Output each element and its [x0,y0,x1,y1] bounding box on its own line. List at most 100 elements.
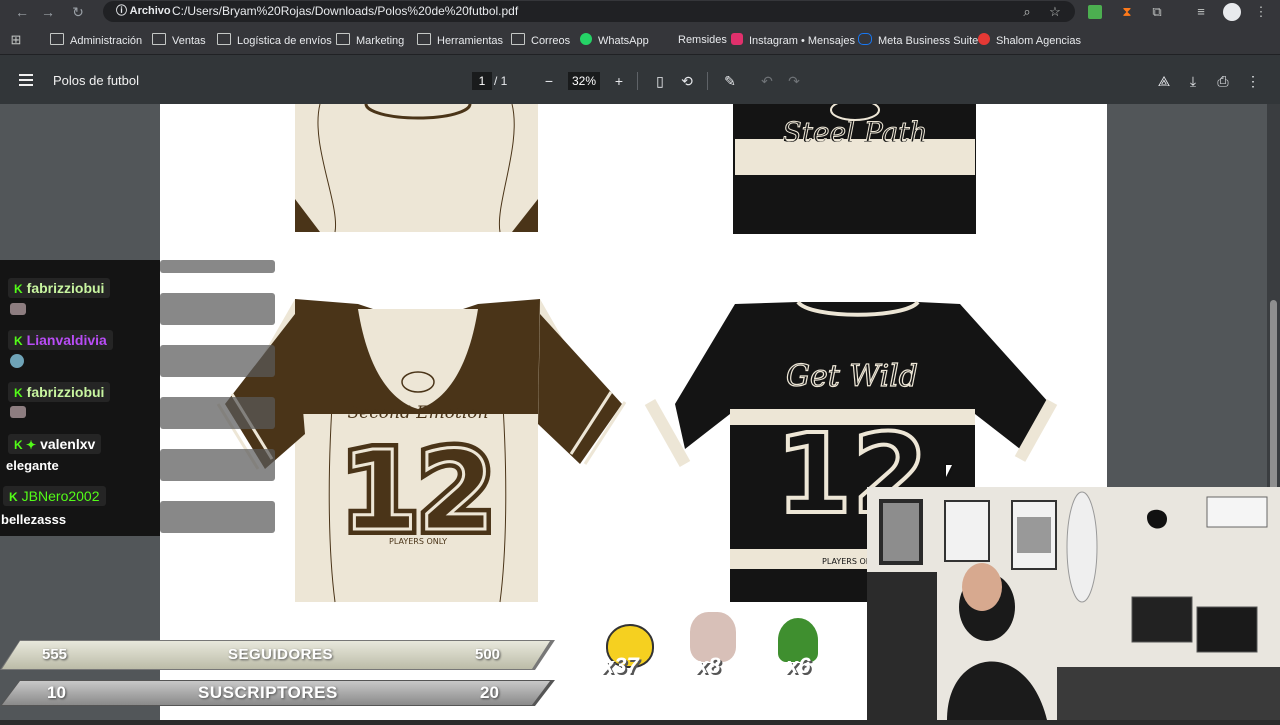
folder-icon [417,33,431,45]
jersey-right-footer: PLAYERS ON [822,557,872,566]
chat-message: bellezasss [1,512,67,527]
bookmark-whatsapp[interactable]: WhatsApp [580,33,649,47]
webcam-image [867,487,1280,720]
bookmark-meta[interactable]: Meta Business Suite [858,33,978,47]
folder-icon [50,33,64,45]
bookmark-remsides[interactable]: Remsides [660,33,727,47]
chat-bar [160,345,275,377]
bookmark-label: Shalom Agencias [996,35,1081,47]
divider [637,72,638,90]
forward-icon[interactable]: → [39,3,57,21]
chat-bar [160,501,275,533]
chat-username: Kfabrizziobui [8,278,111,298]
zoom-input[interactable]: 32% [568,72,600,90]
mouse-cursor-icon [946,465,958,477]
chat-bar [160,397,275,429]
subscribers-label: SUSCRIPTORES [198,683,338,702]
link-icon [660,34,672,44]
scrollbar-thumb[interactable] [1270,300,1277,500]
extension-hourglass-icon[interactable]: ⧗ [1118,3,1136,21]
more-options-icon[interactable]: ⋮ [1243,71,1263,91]
bookmark-herramientas[interactable]: Herramientas [417,33,503,47]
folder-icon [511,33,525,45]
zoom-in-icon[interactable]: + [609,71,629,91]
download-icon[interactable]: ⤓ [1183,71,1203,91]
chat-username: K ✦ valenlxv [8,434,102,454]
print-icon[interactable]: ⎙ [1213,71,1233,91]
kick-badge-icon: K [14,282,23,296]
bookmark-marketing[interactable]: Marketing [336,33,404,47]
emote-count-2: x8 [696,653,721,678]
chat-username: K JBNero2002 [3,486,106,506]
kick-badge-icon: K [14,334,23,348]
bookmark-instagram[interactable]: Instagram • Mensajes [731,33,855,47]
followers-goal: 500 [475,646,501,663]
followers-label: SEGUIDORES [228,646,334,663]
jersey-right-name: Get Wild [786,359,918,394]
url-chip-label: Archivo [129,5,171,17]
pdf-toolbar [0,55,1280,104]
emote-count-1: x37 [602,653,639,678]
chat-bar [160,293,275,325]
bookmark-label: Administración [70,35,143,47]
back-icon[interactable]: ← [13,3,31,21]
drive-save-icon[interactable]: ⟁ [1154,71,1174,91]
kick-badge-icon: K [14,386,23,400]
jersey-top-right: Steel Path [733,99,976,234]
bookmark-administracion[interactable]: Administración [50,33,142,47]
chat-bar [160,260,275,273]
bookmark-label: Instagram • Mensajes [749,35,855,47]
page-number-input[interactable]: 1 [472,72,492,90]
bookmark-ventas[interactable]: Ventas [152,33,206,47]
bookmark-logistica[interactable]: Logística de envíos [217,33,332,47]
subscribers-current: 10 [47,683,66,702]
extension-sheets-icon[interactable] [1088,5,1102,19]
undo-icon[interactable]: ↶ [757,71,777,91]
rotate-icon[interactable]: ⟲ [677,71,697,91]
url-text[interactable]: C:/Users/Bryam%20Rojas/Downloads/Polos%2… [172,3,518,20]
chat-bar [160,449,275,481]
bookmark-label: Logística de envíos [237,35,332,47]
pdf-title: Polos de futbol [53,73,140,88]
jersey-left-footer: PLAYERS ONLY [389,537,447,546]
extensions-icon[interactable]: ⧉ [1148,3,1166,21]
site-info-chip[interactable]: ⓘ Archivo [110,3,177,20]
kick-badge-icon: K ✦ [14,438,37,452]
divider [707,72,708,90]
search-icon[interactable]: ⌕ [1018,3,1036,21]
reading-list-icon[interactable]: ≡ [1192,3,1210,21]
jersey-top-left [295,88,538,233]
chrome-menu-icon[interactable]: ⋮ [1252,3,1270,21]
subscribers-goal: 20 [480,683,499,702]
folder-icon [217,33,231,45]
followers-current: 555 [42,646,68,663]
apps-grid-icon[interactable]: ⊞ [7,31,25,49]
jersey-left: Second Emotion 12 12 PLAYERS ONLY [216,299,627,603]
redo-icon[interactable]: ↷ [784,71,804,91]
folder-icon [336,33,350,45]
bookmark-star-icon[interactable]: ☆ [1046,3,1064,21]
profile-avatar[interactable] [1223,3,1241,21]
bookmark-correos[interactable]: Correos [511,33,570,47]
emote-icon [10,406,26,418]
fit-page-icon[interactable]: ▯ [650,71,670,91]
page-total: / 1 [494,74,508,88]
meta-icon [858,33,872,45]
chat-message: elegante [6,458,59,473]
annotate-icon[interactable]: ✎ [720,71,740,91]
emote-icon [10,303,26,315]
jersey-left-name: Second Emotion [348,403,489,423]
reload-icon[interactable]: ↻ [69,3,87,21]
whatsapp-icon [580,33,592,45]
bookmark-label: Ventas [172,35,206,47]
instagram-icon [731,33,743,45]
info-icon: ⓘ [116,5,130,17]
bookmark-label: Remsides [678,34,727,46]
zoom-out-icon[interactable]: − [539,71,559,91]
emote-icon [10,354,24,368]
bookmark-label: WhatsApp [598,35,649,47]
folder-icon [152,33,166,45]
menu-icon[interactable] [19,74,33,86]
bookmark-shalom[interactable]: Shalom Agencias [978,33,1081,47]
jersey-left-number: 12 [341,427,494,555]
